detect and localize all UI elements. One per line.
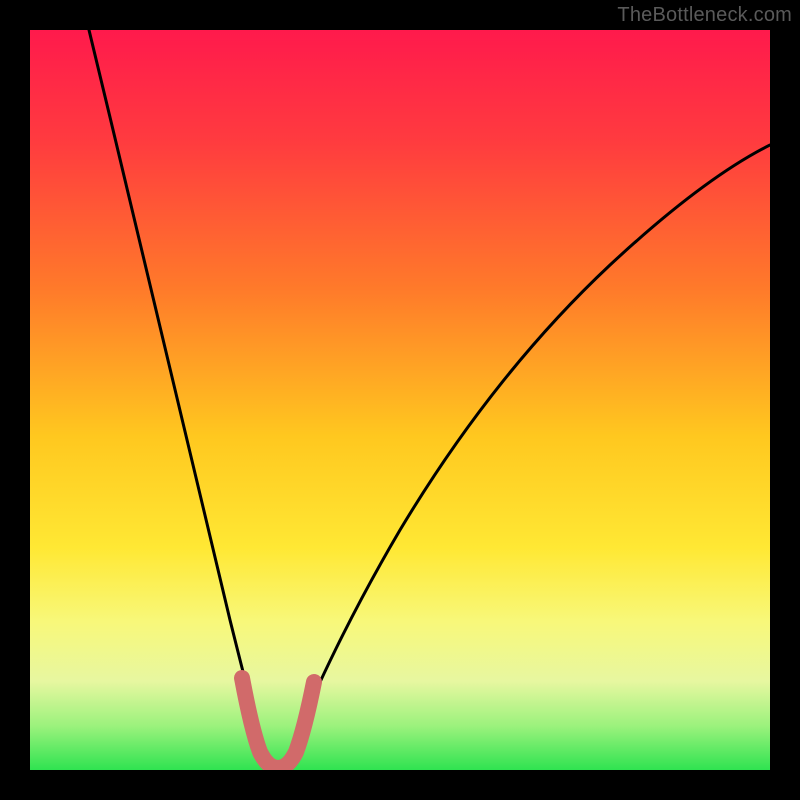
sweet-spot-marker <box>242 678 314 768</box>
curves-layer <box>30 30 770 770</box>
plot-area <box>30 30 770 770</box>
bottleneck-curve <box>89 30 770 766</box>
chart-frame: TheBottleneck.com <box>0 0 800 800</box>
watermark-text: TheBottleneck.com <box>617 4 792 27</box>
